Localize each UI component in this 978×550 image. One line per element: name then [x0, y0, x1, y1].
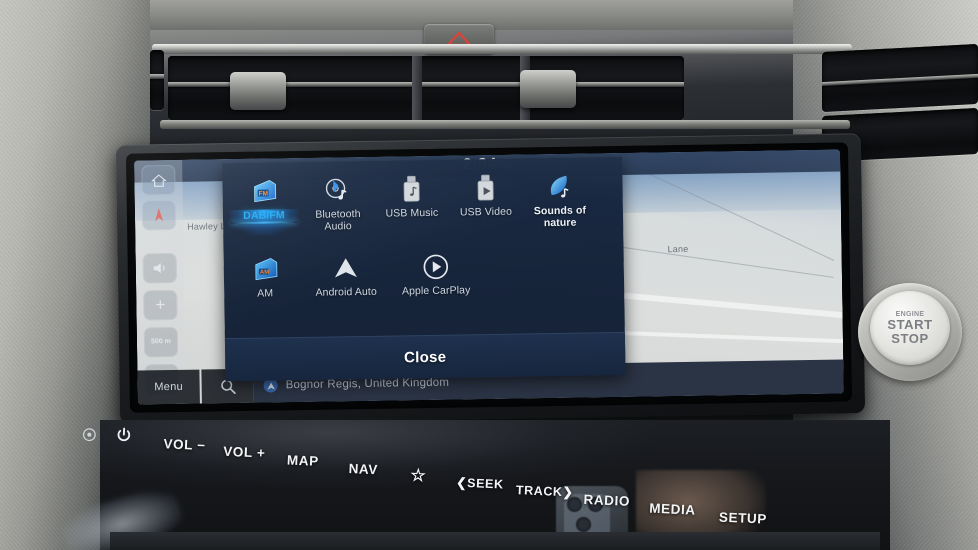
- media-source-label: Apple CarPlay: [401, 284, 471, 298]
- media-source-label: Bluetooth Audio: [315, 208, 361, 233]
- head-unit-inner-bezel: Hawley Lane St Lane 2:34 PM: [125, 142, 852, 413]
- selection-underline: [231, 220, 298, 224]
- map-scale-button[interactable]: 500 m: [143, 326, 179, 358]
- touchscreen[interactable]: Hawley Lane St Lane 2:34 PM: [134, 149, 844, 405]
- radio-icon: FM: [248, 176, 278, 206]
- media-source-label: Android Auto: [315, 285, 377, 299]
- passenger-air-vent-upper: [822, 43, 978, 113]
- nav-key[interactable]: NAV: [348, 461, 378, 477]
- svg-text:FM: FM: [259, 190, 268, 197]
- power-icon[interactable]: [115, 426, 132, 446]
- tune-knob-icon[interactable]: [81, 427, 97, 446]
- vent-knob-left[interactable]: [230, 72, 286, 110]
- start-stop-stop-label: STOP: [891, 330, 929, 346]
- map-zoom-in-button[interactable]: +: [143, 289, 178, 321]
- center-air-vent: [168, 56, 684, 120]
- bluetooth-audio-icon: [322, 175, 352, 205]
- media-key[interactable]: MEDIA: [649, 501, 696, 518]
- media-source-row-1: FM DAB/FM Bluetooth Audio USB Music USB …: [226, 165, 619, 249]
- map-key[interactable]: MAP: [287, 452, 319, 468]
- sounds-of-nature-icon: [544, 172, 574, 202]
- media-source-am[interactable]: AM AM: [227, 248, 302, 301]
- media-source-bluetooth-audio[interactable]: Bluetooth Audio: [300, 169, 375, 234]
- volume-up-key[interactable]: VOL +: [223, 444, 266, 461]
- apple-carplay-icon: [421, 252, 451, 282]
- start-stop-face[interactable]: ENGINE START STOP: [870, 291, 950, 365]
- chrome-trim-top: [152, 44, 852, 54]
- svg-text:AM: AM: [260, 270, 269, 276]
- console-lower-trim: [110, 532, 880, 550]
- media-source-android-auto[interactable]: Android Auto: [301, 247, 390, 300]
- lcd-display: Hawley Lane St Lane 2:34 PM: [134, 149, 844, 405]
- android-auto-icon: [331, 253, 361, 283]
- media-source-label: AM: [257, 287, 274, 300]
- media-source-row-2: AM AM Android Auto Apple CarPlay: [227, 243, 620, 323]
- am-radio-icon: AM: [250, 254, 280, 284]
- media-source-grid: FM DAB/FM Bluetooth Audio USB Music USB …: [222, 157, 625, 338]
- media-source-dab-fm[interactable]: FM DAB/FM: [226, 170, 301, 224]
- left-air-vent-edge: [150, 50, 164, 110]
- media-source-sounds-of-nature[interactable]: Sounds of nature: [522, 165, 597, 230]
- vent-knob-right[interactable]: [520, 70, 576, 108]
- start-stop-start-label: START: [887, 316, 933, 332]
- map-control-rail: + 500 m − Menu: [134, 159, 254, 405]
- track-key[interactable]: TRACK❯: [516, 482, 574, 499]
- media-source-label: USB Video: [459, 205, 513, 219]
- media-source-label: USB Music: [385, 206, 439, 220]
- infotainment-head-unit: Hawley Lane St Lane 2:34 PM: [115, 133, 866, 425]
- close-button[interactable]: Close: [224, 331, 626, 382]
- media-source-label: Sounds of nature: [533, 204, 587, 229]
- favorite-star-key[interactable]: ☆: [410, 466, 427, 487]
- usb-music-icon: [396, 174, 426, 204]
- media-source-usb-music[interactable]: USB Music: [374, 168, 449, 221]
- chrome-trim-below-vent: [160, 120, 850, 129]
- media-source-apple-carplay[interactable]: Apple CarPlay: [389, 245, 482, 298]
- home-icon[interactable]: [141, 164, 176, 196]
- media-source-usb-video[interactable]: USB Video: [448, 166, 523, 219]
- volume-mute-icon[interactable]: [142, 252, 178, 284]
- menu-button[interactable]: Menu: [137, 369, 200, 405]
- volume-down-key[interactable]: VOL −: [163, 436, 206, 453]
- car-dashboard-scene: Hawley Lane St Lane 2:34 PM: [0, 0, 978, 550]
- radio-key[interactable]: RADIO: [583, 492, 630, 509]
- setup-key[interactable]: SETUP: [719, 510, 768, 527]
- engine-start-stop-button[interactable]: ENGINE START STOP: [858, 283, 966, 383]
- map-right-label: Lane: [667, 243, 689, 255]
- seek-key[interactable]: ❮SEEK: [456, 475, 504, 492]
- media-source-dialog: FM DAB/FM Bluetooth Audio USB Music USB …: [222, 156, 626, 382]
- usb-video-icon: [470, 173, 500, 203]
- compass-icon[interactable]: [141, 199, 177, 231]
